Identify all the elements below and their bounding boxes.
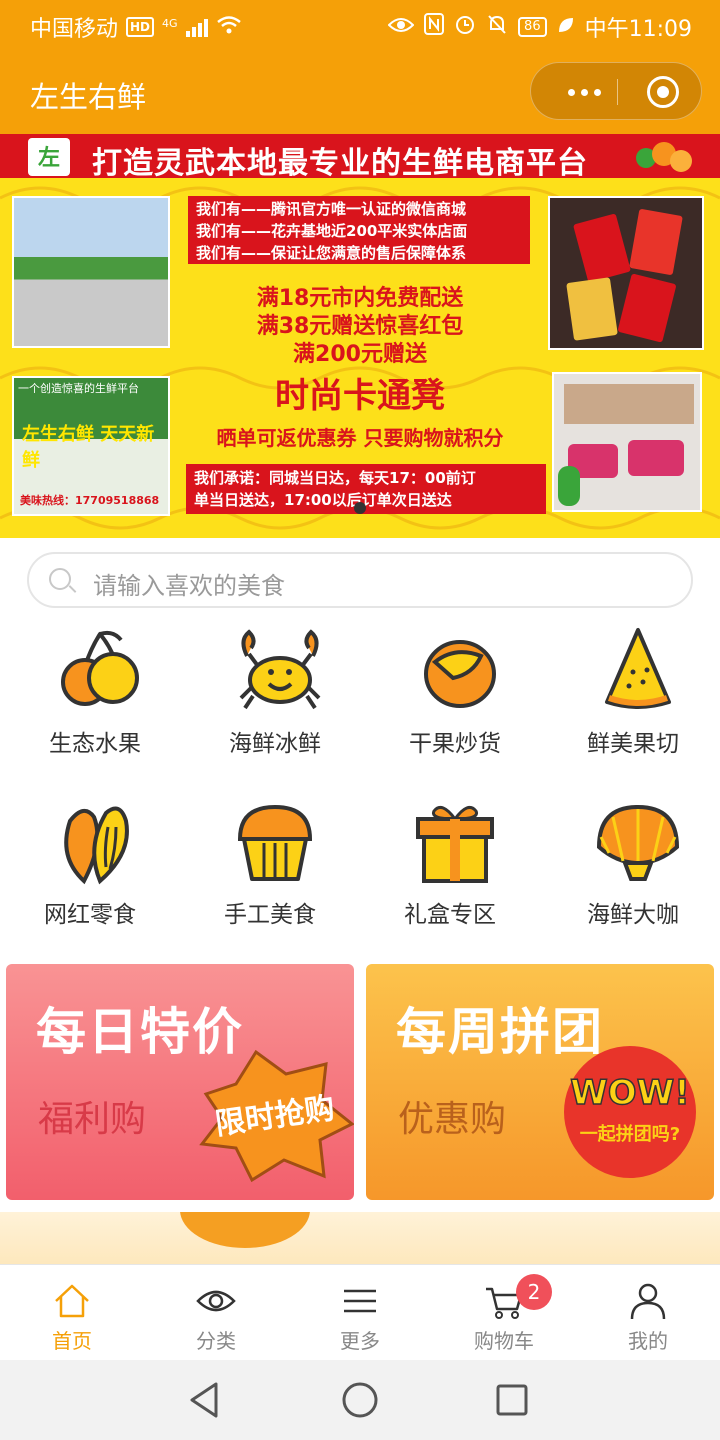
red-envelope-photo [548,196,704,350]
category-seafood[interactable]: 海鲜冰鲜 [185,626,365,776]
storefront-photo [12,196,170,348]
banner-offer: 时尚卡通凳 [275,376,445,416]
tab-home[interactable]: 首页 [0,1265,144,1361]
battery-icon: 86 [518,17,547,37]
cart-count-badge: 2 [516,1274,552,1310]
daily-deal-card[interactable]: 每日特价 福利购 限时抢购 [6,964,354,1200]
signal-icon [185,17,208,37]
bottom-tab-bar: 首页 分类 更多 购物车 我的 [0,1264,720,1360]
group-buy-badge: WOW! 一起拼团吗? [564,1046,696,1178]
user-icon [630,1283,666,1320]
fruit-decoration [636,138,696,174]
wifi-icon [216,15,242,39]
system-nav-bar [0,1360,720,1440]
target-icon[interactable] [647,76,679,108]
status-bar: 中国移动 HD 4G 86 中午11:09 [0,0,720,50]
menu-icon [344,1289,376,1313]
recents-icon[interactable] [492,1380,532,1420]
home-circle-icon[interactable] [340,1380,380,1420]
daily-deal-subtitle: 福利购 [38,1099,147,1140]
page-title: 左生右鲜 [30,80,147,114]
app-header: 中国移动 HD 4G 86 中午11:09 左生右鲜 [0,0,720,134]
mute-icon [486,13,508,41]
sunflower-seed-icon [64,806,129,885]
tab-more[interactable]: 更多 [288,1265,432,1361]
banner-headline: 打造灵武本地最专业的生鲜电商平台 [92,146,588,181]
back-icon[interactable] [186,1380,226,1420]
weekly-group-card[interactable]: 每周拼团 优惠购 WOW! 一起拼团吗? [366,964,714,1200]
capsule-divider [617,79,618,105]
tab-profile[interactable]: 我的 [576,1265,720,1361]
tab-category[interactable]: 分类 [144,1265,288,1361]
home-icon [55,1284,89,1318]
clock-label: 中午11:09 [584,17,692,42]
category-seafood-premium[interactable]: 海鲜大咖 [543,797,720,947]
search-placeholder: 请输入喜欢的美食 [93,572,285,600]
limited-time-badge: 限时抢购 [199,1049,354,1183]
brand-logo: 左 [28,138,70,176]
eye-comfort-icon [387,15,415,40]
promo-banner[interactable]: 左 打造灵武本地最专业的生鲜电商平台 一个创造惊喜的生鲜平台 左生右鲜 天天新鲜… [0,134,720,538]
carousel-indicator[interactable] [354,502,366,514]
miniprogram-capsule [530,62,702,120]
alarm-icon [454,13,476,41]
category-snacks[interactable]: 网红零食 [0,797,180,947]
hd-icon: HD [126,17,155,37]
network-type: 4G [162,16,178,30]
svg-text:WOW!: WOW! [570,1073,689,1113]
leaf-icon [557,15,575,40]
category-gift-box[interactable]: 礼盒专区 [360,797,540,947]
muffin-icon [237,804,313,881]
banner-offer: 满200元赠送 [293,342,427,367]
banner-promise-box: 我们承诺：同城当日达，每天17：00前订 单当日送达，17:00以后订单次日送达 [186,464,546,514]
search-icon [49,568,71,590]
category-fruit[interactable]: 生态水果 [5,626,185,776]
banner-headline-bar: 左 打造灵武本地最专业的生鲜电商平台 [0,134,720,181]
shell-icon [596,804,680,881]
more-icon[interactable] [553,79,615,105]
banner-features-box: 我们有——腾讯官方唯一认证的微信商城 我们有——花卉基地近200平米实体店面 我… [188,196,530,264]
gift-box-icon [416,805,494,883]
crab-icon [239,629,321,710]
eye-icon [196,1290,236,1312]
category-nuts[interactable]: 干果炒货 [365,626,545,776]
search-input[interactable]: 请输入喜欢的美食 [27,552,693,608]
banner-offer: 晒单可返优惠券 只要购物就积分 [216,426,504,450]
category-fruit-cut[interactable]: 鲜美果切 [543,626,720,776]
svg-text:一起拼团吗?: 一起拼团吗? [580,1123,680,1145]
tab-cart[interactable]: 购物车 [432,1265,576,1361]
section-banner-peek [0,1212,720,1264]
category-handmade[interactable]: 手工美食 [180,797,360,947]
nfc-icon [424,13,445,41]
cherry-icon [61,630,139,706]
store-sign-photo: 一个创造惊喜的生鲜平台 左生右鲜 天天新鲜 美味热线：17709518868 [12,376,170,516]
stools-photo [552,372,702,512]
carrier-label: 中国移动 [30,17,119,42]
weekly-group-subtitle: 优惠购 [398,1099,507,1140]
pistachio-icon [424,640,496,708]
melon-slice-icon [605,628,671,709]
